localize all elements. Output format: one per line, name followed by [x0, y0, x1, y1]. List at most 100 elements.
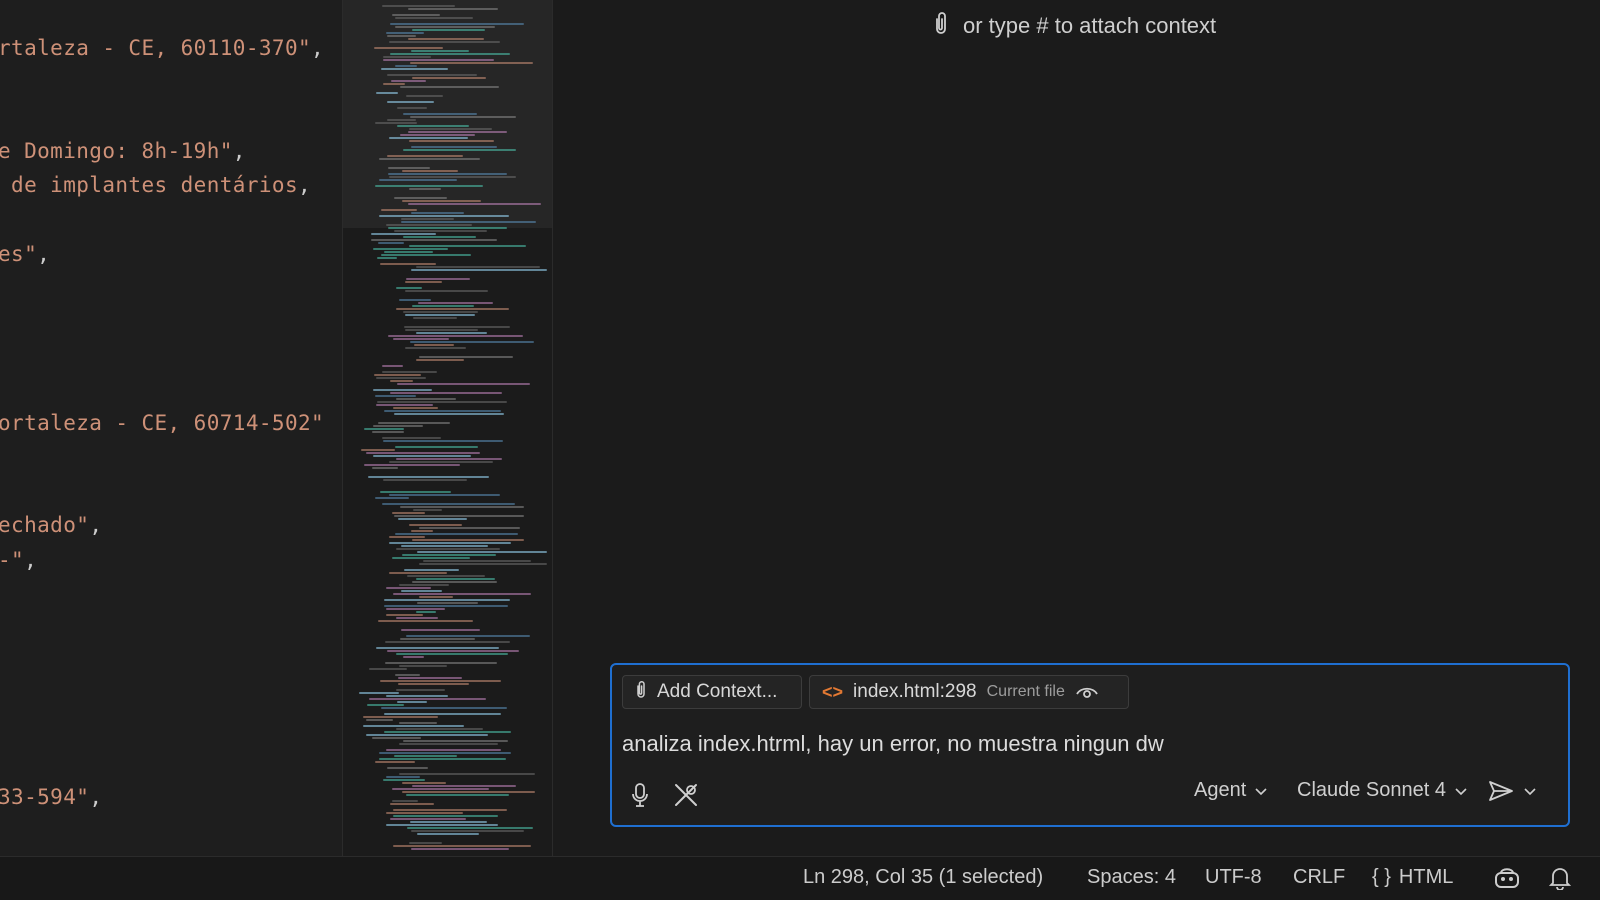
minimap-line	[418, 302, 493, 304]
file-context-chip[interactable]: <> index.html:298 Current file	[809, 675, 1129, 709]
paperclip-icon	[635, 679, 647, 705]
minimap-line	[375, 122, 417, 124]
minimap-line	[391, 80, 426, 82]
file-chip-sub: Current file	[986, 683, 1065, 700]
minimap-line	[395, 446, 478, 448]
minimap-line	[367, 704, 404, 706]
language-mode[interactable]: { } HTML	[1372, 866, 1453, 889]
minimap-line	[408, 8, 498, 10]
file-chip-name: index.html:298	[853, 681, 977, 702]
copilot-icon[interactable]	[1493, 866, 1521, 890]
minimap-line	[390, 23, 524, 25]
minimap-line	[366, 452, 480, 454]
minimap-line	[392, 512, 425, 514]
chevron-down-icon[interactable]	[1523, 784, 1537, 798]
minimap-line	[389, 542, 511, 544]
status-bar: Ln 298, Col 35 (1 selected) Spaces: 4 UT…	[0, 856, 1600, 900]
minimap-line	[409, 188, 441, 190]
minimap-line	[377, 401, 507, 403]
chat-prompt-input[interactable]: analiza index.htrml, hay un error, no mu…	[622, 731, 1164, 757]
html-file-icon: <>	[822, 681, 844, 702]
minimap-line	[408, 203, 541, 205]
minimap-line	[363, 716, 438, 718]
minimap-line	[390, 818, 466, 820]
minimap-line	[410, 341, 534, 343]
minimap-line	[395, 17, 473, 19]
braces-icon: { }	[1372, 866, 1391, 888]
minimap-line	[411, 50, 469, 52]
minimap-line	[359, 692, 399, 694]
minimap-line	[399, 665, 447, 667]
minimap-line	[361, 449, 395, 451]
minimap-line	[386, 32, 424, 34]
minimap-line	[390, 53, 510, 55]
minimap-line	[409, 245, 526, 247]
minimap-line	[376, 92, 398, 94]
encoding-setting[interactable]: UTF-8	[1205, 866, 1262, 889]
microphone-icon[interactable]	[622, 777, 658, 813]
minimap-line	[379, 158, 480, 160]
minimap-line	[409, 140, 494, 142]
minimap-line	[402, 791, 535, 793]
minimap-line	[409, 842, 442, 844]
indentation-setting[interactable]: Spaces: 4	[1087, 866, 1176, 889]
model-dropdown[interactable]: Claude Sonnet 4	[1297, 779, 1468, 802]
send-button[interactable]	[1487, 779, 1537, 803]
code-line: echado",	[0, 513, 103, 537]
minimap-line	[423, 560, 531, 562]
minimap-line	[364, 464, 460, 466]
minimap-line	[417, 833, 479, 835]
minimap-line	[380, 491, 451, 493]
minimap[interactable]	[342, 0, 553, 856]
eye-icon[interactable]	[1075, 684, 1099, 700]
code-editor[interactable]: rtaleza - CE, 60110-370", e Domingo: 8h-…	[0, 0, 342, 856]
minimap-line	[411, 146, 497, 148]
minimap-line	[382, 371, 437, 373]
minimap-line	[376, 404, 433, 406]
minimap-line	[399, 773, 535, 775]
panel-sash[interactable]	[552, 0, 577, 856]
minimap-line	[396, 728, 483, 730]
minimap-line	[383, 83, 405, 85]
code-line: ortaleza - CE, 60714-502"	[0, 411, 325, 435]
minimap-line	[409, 128, 492, 130]
minimap-line	[396, 398, 456, 400]
minimap-line	[410, 116, 516, 118]
tools-icon[interactable]	[668, 777, 704, 813]
minimap-line	[416, 359, 464, 361]
minimap-line	[383, 440, 503, 442]
minimap-line	[399, 722, 437, 724]
eol-setting[interactable]: CRLF	[1293, 866, 1345, 889]
minimap-line	[383, 59, 494, 61]
chat-panel: or type # to attach context Add Context.…	[577, 0, 1600, 856]
add-context-button[interactable]: Add Context...	[622, 675, 802, 709]
minimap-line	[374, 374, 421, 376]
code-line: -",	[0, 548, 38, 572]
minimap-line	[373, 389, 432, 391]
minimap-line	[411, 269, 547, 271]
minimap-line	[416, 611, 436, 613]
minimap-line	[403, 236, 476, 238]
minimap-line	[401, 221, 536, 223]
cursor-position[interactable]: Ln 298, Col 35 (1 selected)	[803, 866, 1043, 889]
minimap-line	[393, 809, 507, 811]
minimap-line	[382, 365, 403, 367]
minimap-line	[387, 101, 434, 103]
minimap-line	[394, 413, 504, 415]
chat-input-box[interactable]: Add Context... <> index.html:298 Current…	[610, 663, 1570, 827]
mode-dropdown[interactable]: Agent	[1194, 779, 1268, 802]
minimap-line	[385, 641, 510, 643]
minimap-line	[382, 5, 455, 7]
minimap-line	[408, 131, 507, 133]
minimap-line	[376, 647, 499, 649]
minimap-line	[404, 326, 510, 328]
minimap-line	[387, 767, 428, 769]
minimap-line	[403, 311, 478, 313]
minimap-line	[403, 740, 508, 742]
minimap-line	[403, 113, 477, 115]
minimap-line	[390, 380, 413, 382]
minimap-line	[386, 614, 423, 616]
minimap-line	[396, 653, 508, 655]
bell-icon[interactable]	[1549, 866, 1571, 890]
minimap-line	[388, 335, 523, 337]
